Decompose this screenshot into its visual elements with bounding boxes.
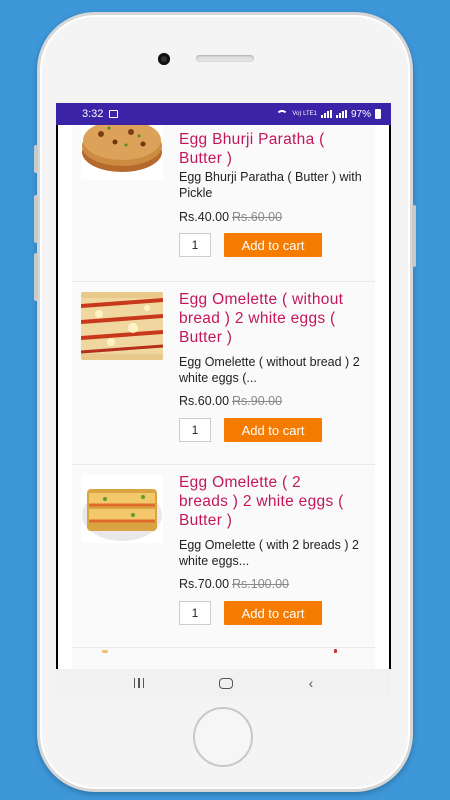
product-title[interactable]: Egg Omelette ( without bread ) 2 white e… bbox=[179, 290, 354, 347]
screen: 3:32 Vo) LTE1 97% Egg Bhurji Paratha (B… bbox=[56, 103, 391, 697]
status-bar: 3:32 Vo) LTE1 97% bbox=[56, 103, 391, 125]
battery-percent: 97% bbox=[350, 108, 371, 120]
product-description: Egg Omelette ( with 2 breads ) 2 white e… bbox=[179, 538, 359, 568]
product-card[interactable]: Egg Omelette ( 2 breads ) 2 white eggs (… bbox=[72, 465, 375, 648]
power-button bbox=[412, 205, 416, 267]
image-notification-icon bbox=[109, 110, 119, 118]
product-title[interactable]: Egg Bhurji Paratha ( Butter ) bbox=[179, 130, 354, 168]
volte-icon: Vo) LTE1 bbox=[292, 111, 317, 117]
product-price: Rs.60.00 Rs.90.00 bbox=[179, 394, 282, 408]
add-to-cart-button[interactable]: Add to cart bbox=[224, 418, 322, 442]
current-price: Rs.60.00 bbox=[179, 394, 230, 408]
original-price: Rs.100.00 bbox=[232, 577, 290, 591]
current-price: Rs.40.00 bbox=[179, 210, 230, 224]
partial-image bbox=[102, 650, 108, 653]
product-title[interactable]: Egg Omelette ( 2 breads ) 2 white eggs (… bbox=[179, 473, 354, 530]
product-card[interactable]: Egg Omelette ( without bread ) 2 white e… bbox=[72, 282, 375, 465]
bread-omelette-image[interactable] bbox=[81, 475, 163, 543]
front-camera bbox=[158, 53, 170, 65]
quantity-input[interactable]: 1 bbox=[179, 233, 211, 257]
recent-apps-icon[interactable] bbox=[133, 678, 145, 688]
earpiece-speaker bbox=[196, 55, 254, 62]
back-icon[interactable]: ‹ bbox=[309, 676, 314, 690]
wifi-icon bbox=[276, 110, 289, 118]
quantity-input[interactable]: 1 bbox=[179, 418, 211, 442]
status-time: 3:32 bbox=[82, 108, 104, 120]
product-list-view[interactable]: Egg Bhurji Paratha ( Butter ) Egg Bhurji… bbox=[58, 125, 389, 669]
home-button[interactable] bbox=[193, 707, 253, 767]
volume-down-button bbox=[34, 253, 38, 301]
omelette-image[interactable] bbox=[81, 292, 163, 360]
product-price: Rs.70.00 Rs.100.00 bbox=[179, 577, 289, 591]
mute-switch bbox=[34, 145, 38, 173]
product-price: Rs.40.00 Rs.60.00 bbox=[179, 210, 282, 224]
battery-icon bbox=[375, 109, 381, 119]
signal-icon bbox=[320, 110, 332, 118]
add-to-cart-button[interactable]: Add to cart bbox=[224, 233, 322, 257]
volume-up-button bbox=[34, 195, 38, 243]
product-description: Egg Omelette ( without bread ) 2 white e… bbox=[179, 355, 360, 385]
next-product-card-partial[interactable] bbox=[72, 648, 375, 669]
quantity-input[interactable]: 1 bbox=[179, 601, 211, 625]
current-price: Rs.70.00 bbox=[179, 577, 230, 591]
partial-mark bbox=[334, 649, 337, 653]
add-to-cart-button[interactable]: Add to cart bbox=[224, 601, 322, 625]
original-price: Rs.60.00 bbox=[232, 210, 283, 224]
original-price: Rs.90.00 bbox=[232, 394, 283, 408]
paratha-image[interactable] bbox=[81, 125, 163, 180]
product-card[interactable]: Egg Bhurji Paratha ( Butter ) Egg Bhurji… bbox=[72, 125, 375, 282]
signal-icon-2 bbox=[335, 110, 347, 118]
android-nav-bar: ‹ bbox=[56, 669, 391, 697]
home-icon[interactable] bbox=[219, 677, 234, 689]
product-description: Egg Bhurji Paratha ( Butter ) with Pickl… bbox=[179, 170, 362, 200]
